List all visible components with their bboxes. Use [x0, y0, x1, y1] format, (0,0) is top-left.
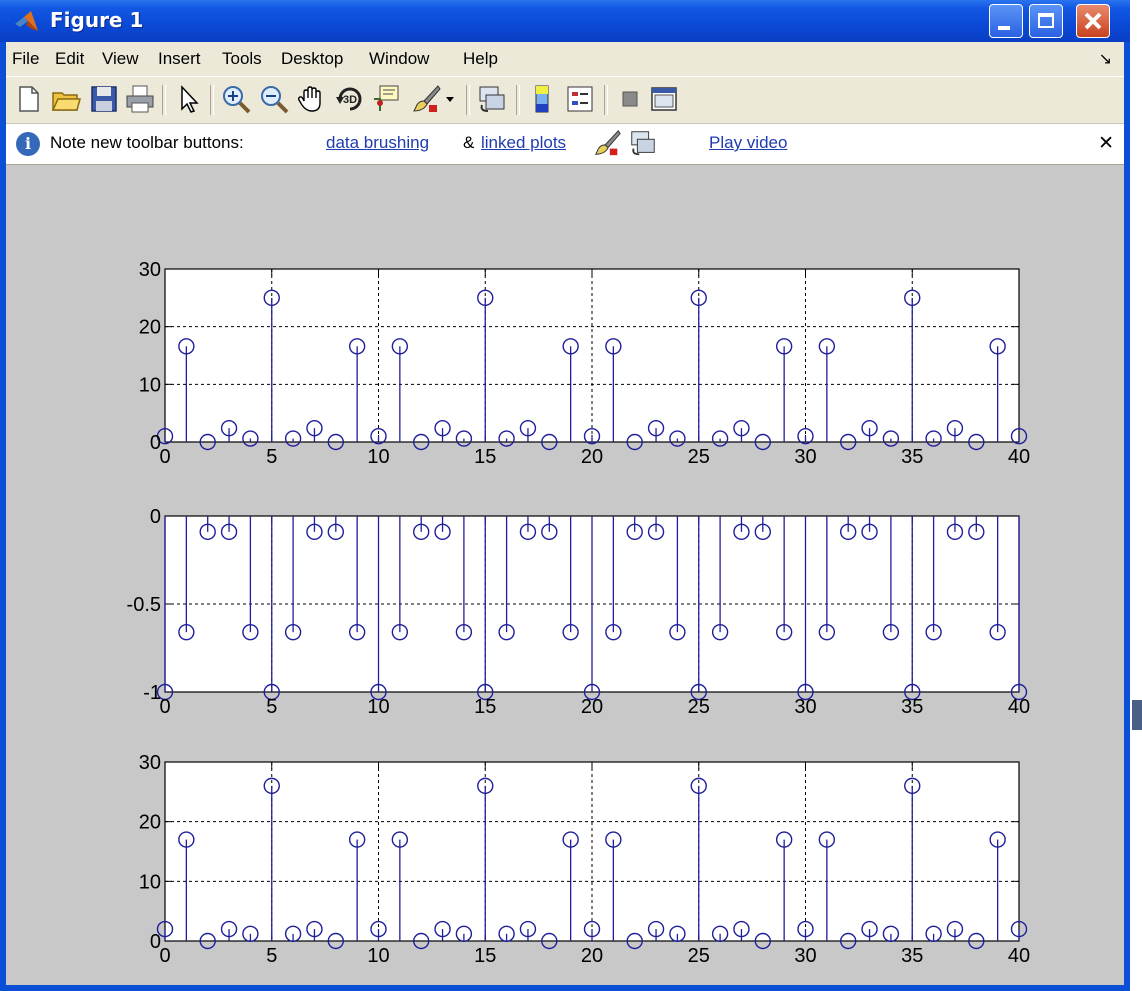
x-tick-label: 10: [367, 696, 389, 718]
x-tick-label: 35: [901, 945, 923, 967]
y-tick-label: 10: [139, 871, 161, 893]
x-tick-label: 40: [1008, 945, 1030, 967]
x-tick-label: 25: [688, 945, 710, 967]
menu-insert[interactable]: Insert: [158, 49, 201, 69]
legend-icon[interactable]: [564, 83, 596, 115]
y-tick-label: -0.5: [127, 594, 161, 616]
open-folder-icon[interactable]: [50, 83, 82, 115]
close-icon: [1084, 12, 1102, 30]
menu-edit[interactable]: Edit: [55, 49, 84, 69]
data-brushing-link[interactable]: data brushing: [326, 133, 429, 153]
figure-window: Figure 1 File Edit View Insert Tools Des…: [0, 0, 1130, 991]
menu-view[interactable]: View: [102, 49, 139, 69]
new-file-icon[interactable]: [12, 83, 44, 115]
y-tick-label: 0: [150, 506, 161, 528]
maximize-button[interactable]: [1029, 4, 1063, 38]
y-tick-label: 30: [139, 752, 161, 774]
menu-tools[interactable]: Tools: [222, 49, 262, 69]
x-tick-label: 15: [474, 696, 496, 718]
zoom-out-icon[interactable]: [258, 83, 290, 115]
background-window-edge: [1130, 0, 1142, 991]
play-video-link[interactable]: Play video: [709, 133, 787, 153]
toolbar-separator: [604, 85, 608, 115]
x-tick-label: 5: [266, 945, 277, 967]
info-message: Note new toolbar buttons:: [50, 133, 244, 152]
plot-canvas: 0 5 10 15 20 25 30 35 40 0 10 20 30 0 5 10 15 20 25 30 35 40 -…: [6, 165, 1124, 985]
close-button[interactable]: [1076, 4, 1110, 38]
y-tick-label: 30: [139, 259, 161, 281]
menu-file[interactable]: File: [12, 49, 39, 69]
close-icon[interactable]: ✕: [1098, 132, 1114, 154]
info-bar: i Note new toolbar buttons: data brushin…: [6, 124, 1124, 165]
x-tick-label: 15: [474, 446, 496, 468]
x-tick-label: 5: [266, 696, 277, 718]
y-tick-label: 0: [150, 931, 161, 953]
x-tick-label: 35: [901, 446, 923, 468]
x-tick-label: 10: [367, 945, 389, 967]
menu-bar: File Edit View Insert Tools Desktop Wind…: [6, 42, 1124, 76]
colorbar-icon[interactable]: [526, 83, 558, 115]
x-tick-label: 40: [1008, 696, 1030, 718]
x-tick-label: 25: [688, 696, 710, 718]
x-tick-label: 15: [474, 945, 496, 967]
minimize-icon: [998, 26, 1010, 30]
dropdown-arrow-icon[interactable]: [442, 83, 458, 115]
x-tick-label: 10: [367, 446, 389, 468]
x-tick-label: 20: [581, 696, 603, 718]
menu-help[interactable]: Help: [463, 49, 498, 69]
data-brushing-icon[interactable]: [410, 83, 442, 115]
maximize-icon: [1038, 13, 1054, 28]
x-tick-label: 40: [1008, 446, 1030, 468]
background-window-mark: [1132, 700, 1142, 730]
figure-frame: File Edit View Insert Tools Desktop Wind…: [6, 42, 1124, 985]
window-title: Figure 1: [50, 8, 144, 32]
x-tick-label: 30: [794, 446, 816, 468]
hide-plot-tools-icon[interactable]: [614, 83, 646, 115]
data-brushing-icon: [594, 130, 621, 156]
linked-plots-icon[interactable]: [476, 83, 508, 115]
y-tick-label: 0: [150, 432, 161, 454]
menu-window[interactable]: Window: [369, 49, 429, 69]
toolbar-separator: [162, 85, 166, 115]
x-tick-label: 30: [794, 696, 816, 718]
y-tick-label: -1: [143, 682, 161, 704]
pan-hand-icon[interactable]: [296, 83, 328, 115]
linked-plots-icon: [631, 131, 655, 156]
rotate-3d-icon[interactable]: 3D: [334, 83, 366, 115]
x-tick-label: 0: [159, 446, 170, 468]
zoom-in-icon[interactable]: [220, 83, 252, 115]
x-tick-label: 0: [159, 696, 170, 718]
x-tick-label: 35: [901, 696, 923, 718]
y-tick-label: 10: [139, 374, 161, 396]
pointer-icon[interactable]: [172, 83, 204, 115]
info-ampersand: &: [463, 133, 475, 152]
x-tick-label: 5: [266, 446, 277, 468]
x-tick-label: 0: [159, 945, 170, 967]
linked-plots-link[interactable]: linked plots: [481, 133, 566, 153]
minimize-button[interactable]: [989, 4, 1023, 38]
toolbar-separator: [516, 85, 520, 115]
info-icon: i: [16, 132, 40, 156]
show-plot-tools-icon[interactable]: [648, 83, 680, 115]
y-tick-label: 20: [139, 317, 161, 339]
svg-text:3D: 3D: [343, 94, 357, 106]
save-icon[interactable]: [88, 83, 120, 115]
data-cursor-icon[interactable]: [370, 83, 402, 115]
toolbar-separator: [466, 85, 470, 115]
y-tick-label: 20: [139, 812, 161, 834]
x-tick-label: 30: [794, 945, 816, 967]
matlab-logo-icon: [15, 11, 38, 31]
x-tick-label: 20: [581, 446, 603, 468]
figure-toolbar: 3D: [6, 76, 1124, 124]
x-tick-label: 25: [688, 446, 710, 468]
toolbar-separator: [210, 85, 214, 115]
print-icon[interactable]: [124, 83, 156, 115]
stem-plots: 0 5 10 15 20 25 30 35 40 0 10 20 30 0 5 10 15 20 25 30 35 40 -…: [127, 259, 1031, 967]
x-tick-label: 20: [581, 945, 603, 967]
title-bar[interactable]: Figure 1: [0, 0, 1130, 42]
menu-desktop[interactable]: Desktop: [281, 49, 343, 69]
dock-figure-arrow-icon[interactable]: ↘: [1099, 49, 1112, 68]
